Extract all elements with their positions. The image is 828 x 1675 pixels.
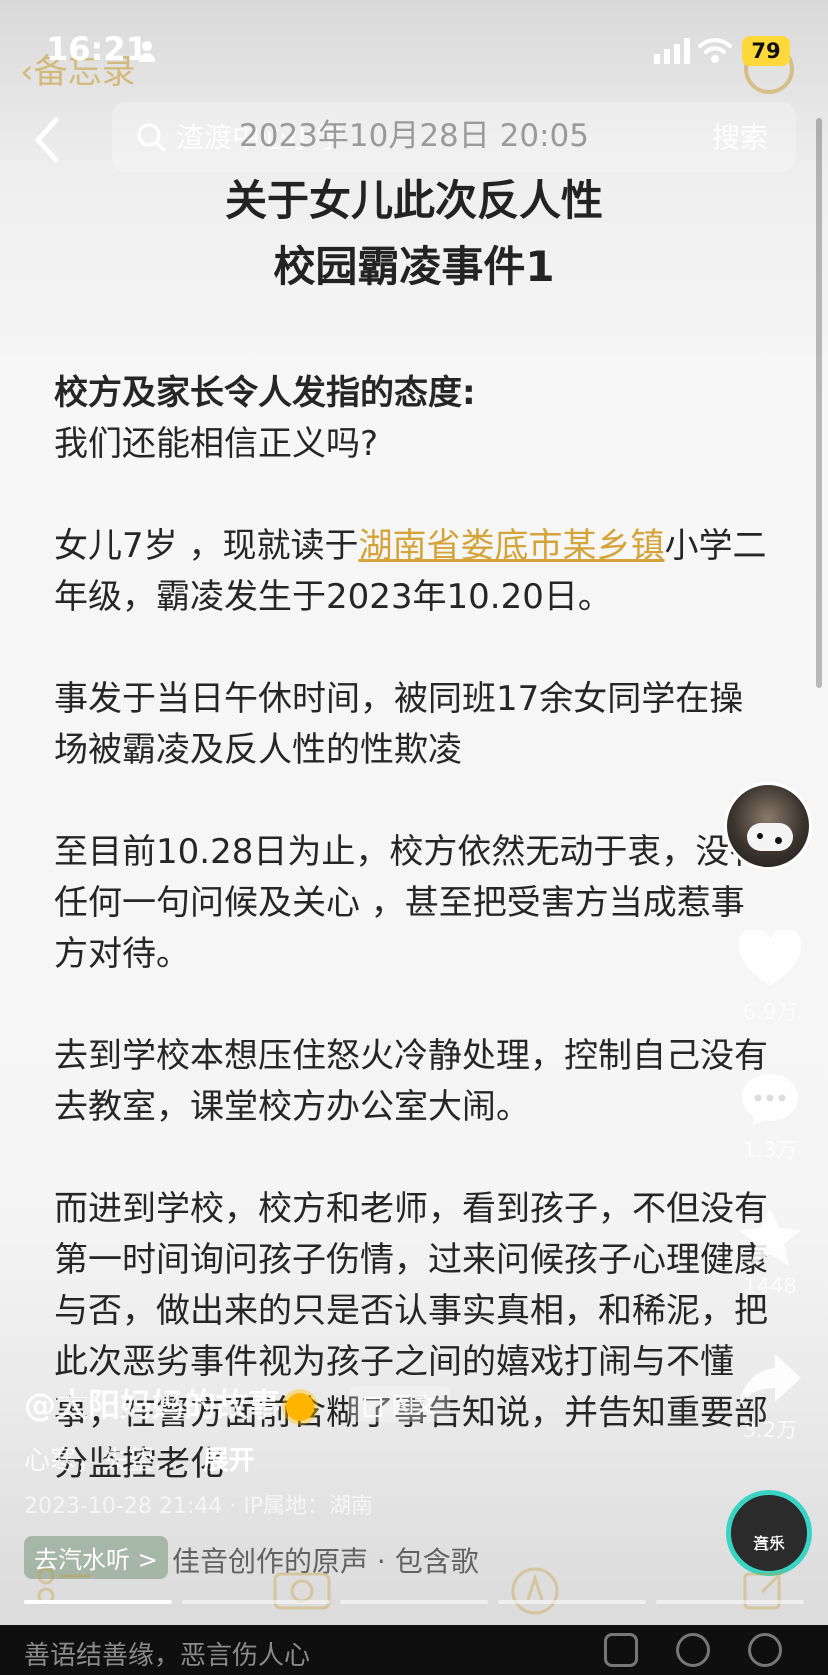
status-bar: 16:21 79 (0, 30, 828, 76)
progress-segment (656, 1600, 804, 1604)
paragraph-3: 事发于当日午休时间，被同班17余女同学在操场被霸凌及反人性的性欺凌 (54, 679, 744, 770)
share-button[interactable]: 3.2万 (730, 1352, 810, 1444)
location-link[interactable]: 湖南省娄底市某乡镇 (358, 526, 664, 566)
sun-icon (286, 1393, 315, 1421)
progress-segment (340, 1600, 488, 1604)
description-text: 心寒，失望... (24, 1446, 179, 1476)
progress-segment (182, 1600, 330, 1604)
progress-segment (24, 1600, 172, 1604)
favorite-count: 1448 (743, 1274, 797, 1298)
carousel-progress (24, 1600, 804, 1604)
content-type-badge: 图文 (350, 1386, 451, 1422)
like-count: 6.9万 (742, 1000, 798, 1024)
progress-segment (498, 1600, 646, 1604)
paragraph-4: 至目前10.28日为止，校方依然无动于衷，没有任何一句问候及关心 ，甚至把受害方… (54, 832, 764, 974)
share-icon (739, 1354, 801, 1406)
title-line-1: 关于女儿此次反人性 (224, 176, 603, 225)
article-content: 校方及家长令人发指的态度: 我们还能相信正义吗? 女儿7岁 ，现就读于湖南省娄底… (54, 368, 774, 1541)
scrollbar[interactable] (816, 118, 822, 688)
disc-label-2: 音乐 (752, 1534, 785, 1553)
comment-count: 1.3万 (742, 1138, 798, 1162)
paragraph-5: 去到学校本想压住怒火冷静处理，控制自己没有去教室，课堂校方办公室大闹。 (54, 1036, 768, 1127)
comment-bar[interactable]: 善语结善缘，恶言伤人心 (0, 1625, 828, 1675)
image-text-icon (364, 1397, 382, 1417)
music-disc[interactable]: 汽水 音乐 (726, 1490, 812, 1576)
image-picker-icon[interactable] (604, 1633, 638, 1667)
status-time: 16:21 (46, 30, 148, 68)
article-date: 2023年10月28日 20:05 (239, 118, 589, 154)
page-title: 关于女儿此次反人性 校园霸凌事件1 (0, 168, 828, 300)
paragraph-2: 女儿7岁 ，现就读于湖南省娄底市某乡镇小学二年级，霸凌发生于2023年10.20… (54, 521, 774, 623)
title-line-2: 校园霸凌事件1 (273, 242, 555, 291)
author-handle[interactable]: @太阳妈妈的故事 (24, 1386, 280, 1424)
favorite-button[interactable]: 1448 (730, 1206, 810, 1298)
compose-icon[interactable] (742, 1566, 788, 1612)
avatar[interactable] (724, 782, 812, 870)
markup-icon[interactable] (510, 1566, 560, 1616)
comment-icon (742, 1074, 798, 1126)
post-description: 心寒，失望... 展开 (24, 1440, 255, 1477)
content-type-label: 图文 (392, 1394, 437, 1419)
battery-indicator: 79 (742, 36, 790, 66)
expand-button[interactable]: 展开 (203, 1446, 255, 1476)
heart-icon (738, 930, 802, 986)
comment-button[interactable]: 1.3万 (730, 1070, 810, 1164)
signal-icon (654, 38, 690, 64)
article-heading: 校方及家长令人发指的态度: (54, 373, 476, 413)
share-count: 3.2万 (742, 1418, 798, 1442)
star-icon (739, 1208, 801, 1266)
comment-input[interactable]: 善语结善缘，恶言伤人心 (24, 1635, 310, 1672)
like-button[interactable]: 6.9万 (730, 930, 810, 1026)
emoji-icon[interactable] (748, 1633, 782, 1667)
author-name[interactable]: @太阳妈妈的故事 (24, 1380, 315, 1426)
post-meta: 2023-10-28 21:44 · IP属地：湖南 (24, 1494, 373, 1519)
paragraph-2-start: 女儿7岁 ，现就读于 (54, 526, 359, 566)
at-mention-icon[interactable] (676, 1633, 710, 1667)
paragraph-1: 我们还能相信正义吗? (54, 424, 379, 464)
page: ‹备忘录 16:21 79 渣渡中心小学 搜索 2023年10月28日 20:0… (0, 0, 828, 1675)
person-icon (139, 41, 155, 62)
wifi-icon (698, 38, 732, 63)
